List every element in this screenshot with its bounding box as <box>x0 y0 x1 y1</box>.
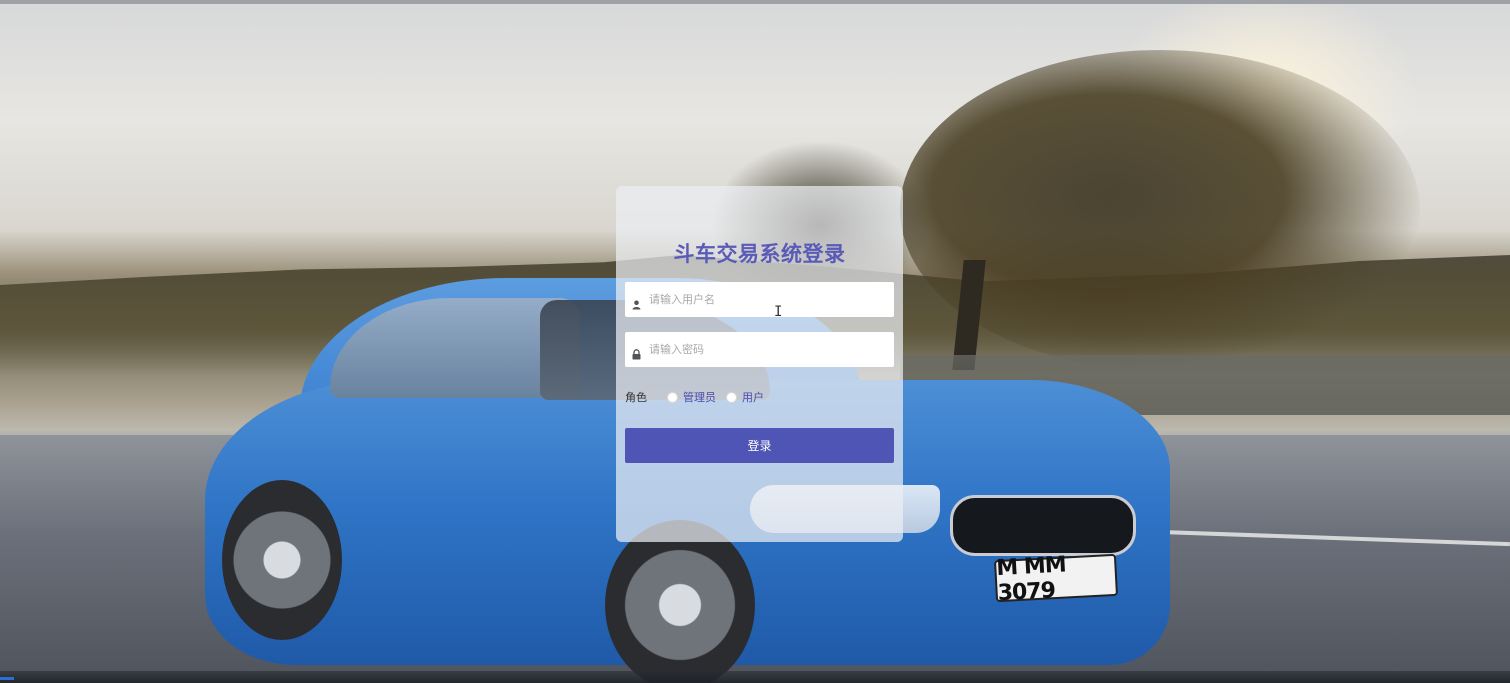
password-input[interactable] <box>649 332 894 367</box>
login-page: M MM 3079 斗车交易系统登录 请输入用户名 角色 管理员 用户 登录 I <box>0 0 1510 683</box>
radio-admin[interactable] <box>667 391 678 403</box>
login-title: 斗车交易系统登录 <box>673 242 846 266</box>
login-card: 斗车交易系统登录 角色 管理员 <box>616 186 903 542</box>
role-selector: 角色 管理员 用户 <box>625 388 774 406</box>
bottom-edge <box>0 671 1510 683</box>
car-front-wheel <box>605 520 755 683</box>
role-option-user-label: 用户 <box>742 391 764 404</box>
license-plate: M MM 3079 <box>993 552 1119 606</box>
password-field[interactable] <box>625 332 894 367</box>
username-input[interactable] <box>649 282 894 317</box>
top-edge <box>0 0 1510 4</box>
car-grille <box>950 495 1136 556</box>
radio-user[interactable] <box>726 391 737 403</box>
role-label: 角色 <box>625 391 647 404</box>
username-field[interactable] <box>625 282 894 317</box>
text-cursor-icon: I <box>774 304 783 320</box>
user-icon <box>632 295 641 309</box>
bottom-edge-accent <box>0 677 14 680</box>
role-option-admin[interactable]: 管理员 <box>667 389 716 405</box>
role-option-admin-label: 管理员 <box>683 391 716 404</box>
lock-icon <box>632 345 641 359</box>
role-option-user[interactable]: 用户 <box>726 389 764 405</box>
car-rear-wheel <box>222 480 342 640</box>
login-button[interactable]: 登录 <box>625 428 894 463</box>
